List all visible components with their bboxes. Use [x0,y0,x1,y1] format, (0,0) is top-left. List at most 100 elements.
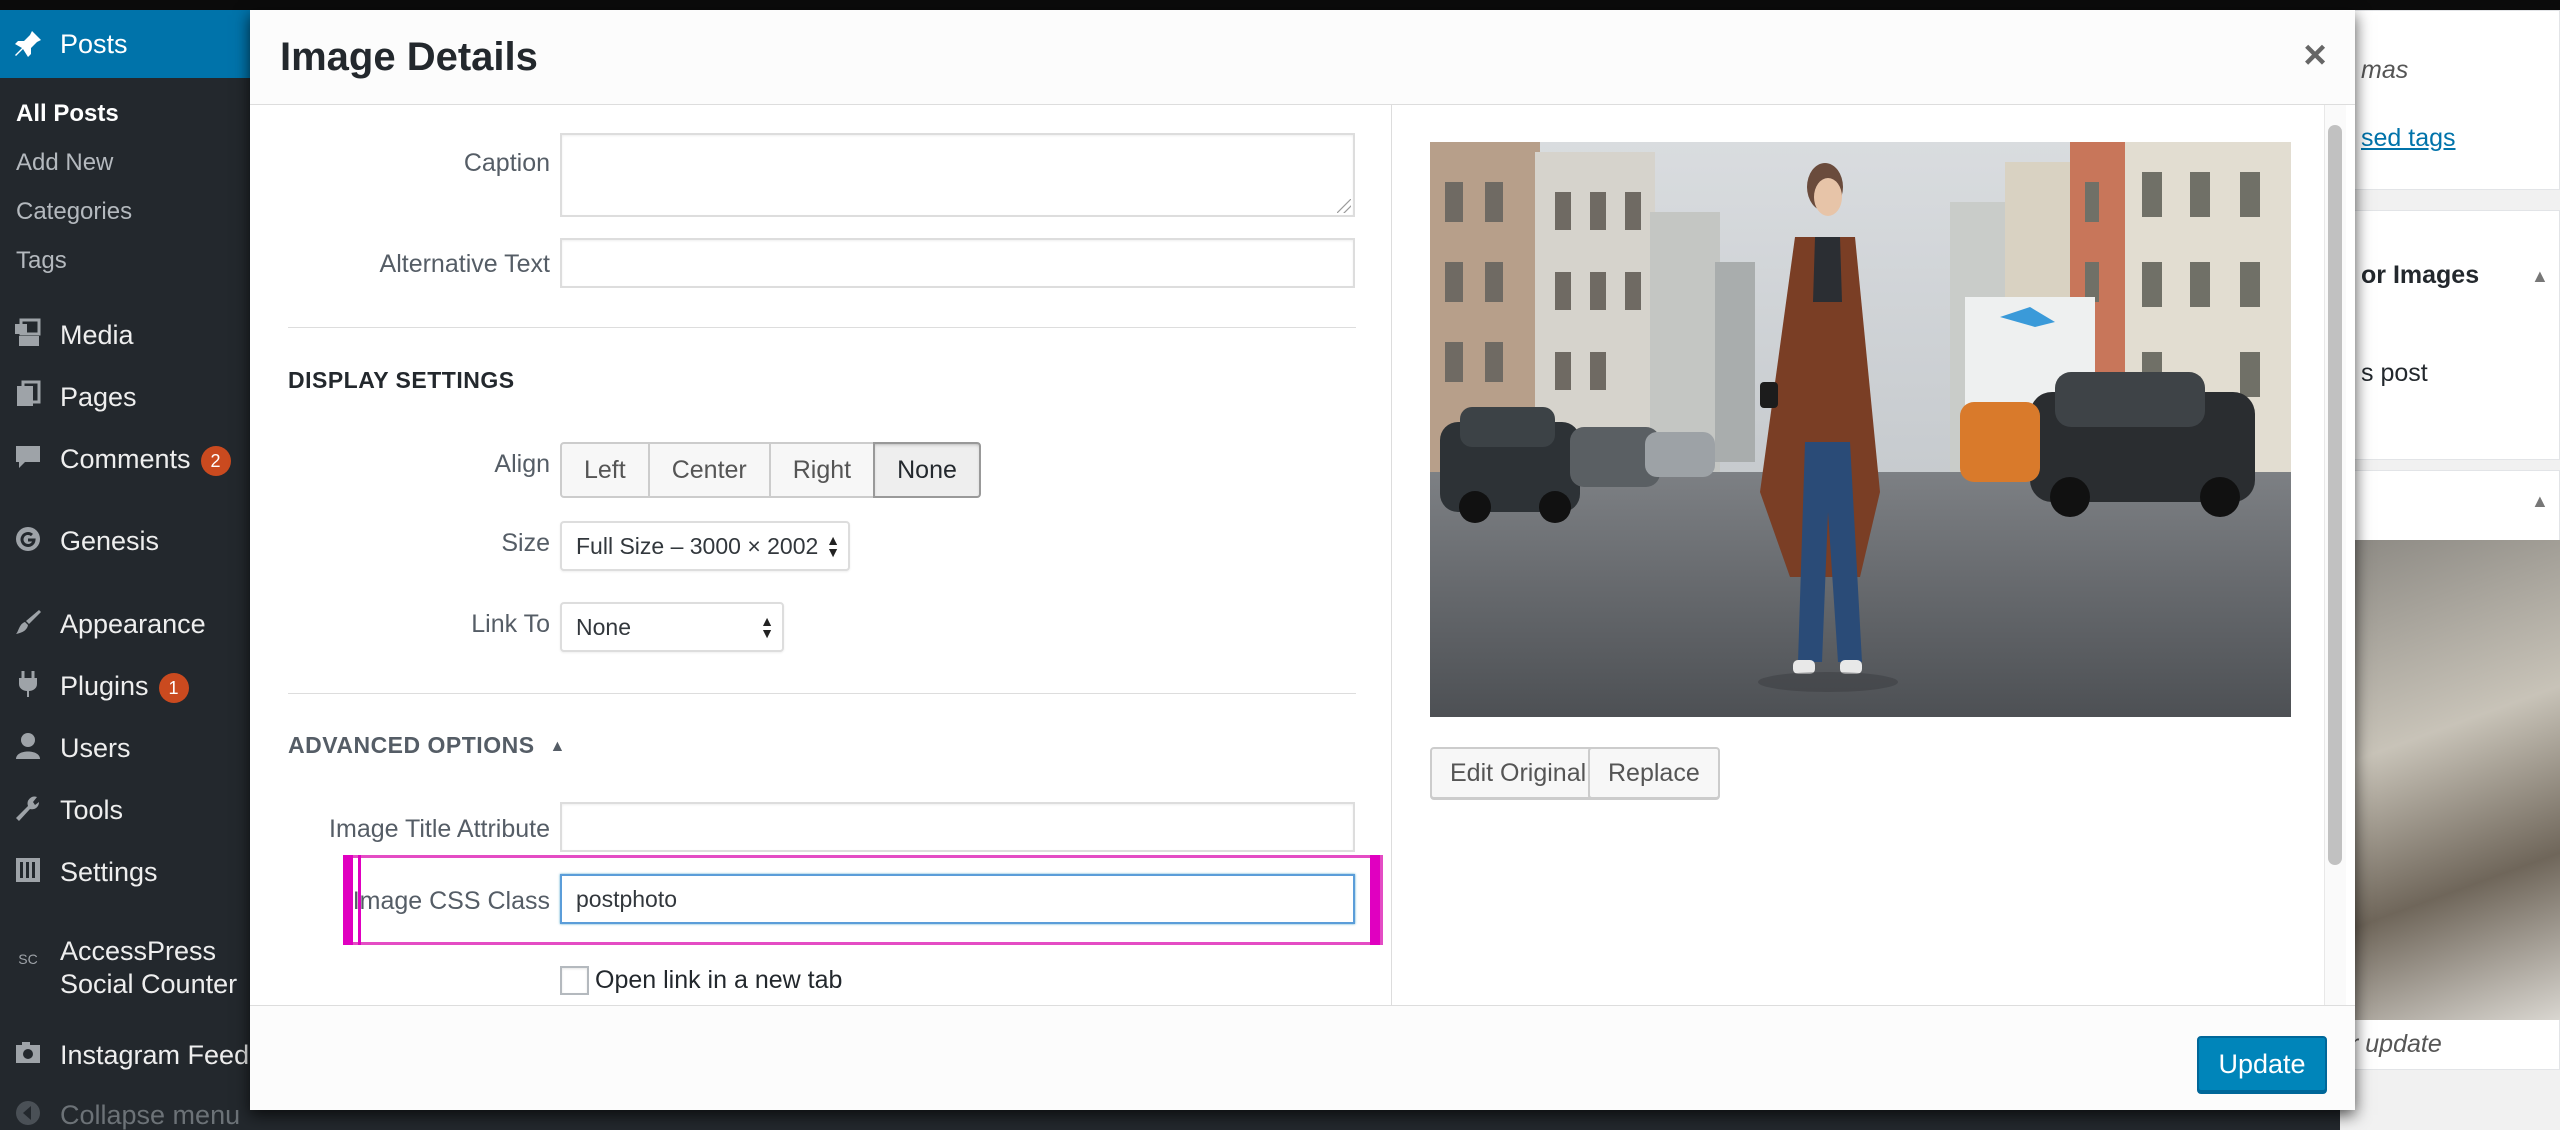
admin-sidebar: Posts All Posts Add New Categories Tags … [0,10,250,1130]
plugins-count-badge: 1 [158,672,189,703]
link-to-label: Link To [471,610,550,638]
featured-image-hint: r update [2350,1030,2442,1058]
image-title-attribute-label: Image Title Attribute [329,815,550,843]
featured-image-thumbnail[interactable] [2350,540,2560,1020]
top-strip [0,0,2560,10]
align-center-button[interactable]: Center [647,442,771,498]
sidebar-item-label: Tools [60,795,124,825]
select-arrows-icon: ▲ ▼ [826,532,840,560]
caption-textarea[interactable] [560,133,1355,217]
sidebar-item-appearance[interactable]: Appearance [0,599,250,649]
sidebar-item-label: Collapse menu [60,1100,241,1130]
align-left-button[interactable]: Left [560,442,650,498]
sidebar-item-label: Instagram Feed [60,1040,250,1070]
image-preview [1430,142,2291,717]
images-box-text: s post [2361,359,2428,387]
sidebar-item-media[interactable]: Media [0,310,250,360]
sidebar-item-tools[interactable]: Tools [0,785,250,835]
sidebar-item-instagram-feed[interactable]: Instagram Feed [0,1030,250,1080]
camera-icon [12,1038,44,1070]
sidebar-item-comments-wrap: Comments 2 [60,444,231,476]
divider [288,327,1356,328]
select-arrows-icon: ▲ ▼ [760,613,774,641]
close-icon[interactable]: × [2290,30,2340,80]
link-to-select-value: None [576,614,631,640]
tags-hint-text: mas [2361,56,2409,84]
sidebar-item-accesspress[interactable]: SC AccessPress Social Counter [0,935,250,1005]
sidebar-item-label: Settings [60,857,158,887]
sidebar-item-posts[interactable]: Posts [0,10,250,78]
collapse-arrow-icon[interactable]: ▲ [2531,266,2549,287]
images-box-heading: or Images [2361,261,2480,289]
sidebar-item-label: Comments [60,444,191,474]
genesis-icon [12,524,44,556]
display-settings-heading: DISPLAY SETTINGS [288,367,515,393]
scrollbar-thumb[interactable] [2328,125,2342,865]
advanced-options-toggle[interactable]: ADVANCED OPTIONS ▲ [288,732,566,759]
caption-label: Caption [463,149,550,177]
replace-button[interactable]: Replace [1588,747,1720,799]
sidebar-item-label: Plugins [60,671,149,701]
size-label: Size [501,529,550,557]
choose-used-tags-link[interactable]: sed tags [2361,124,2456,153]
collapse-arrow-icon: ▲ [549,738,566,755]
sidebar-item-comments[interactable]: Comments 2 [0,434,250,484]
collapse-arrow-icon[interactable]: ▲ [2531,491,2549,512]
sidebar-item-label: Genesis [60,526,160,556]
modal-title: Image Details [280,35,538,79]
collapse-icon [12,1098,44,1130]
sidebar-item-label: AccessPress Social Counter [60,935,237,1001]
media-icon [12,318,44,350]
image-css-class-input[interactable]: postphoto [560,874,1355,924]
highlight-marker-right [1370,855,1380,945]
divider [288,693,1356,694]
resize-grip-icon[interactable] [1337,199,1351,213]
image-css-class-label: Image CSS Class [352,887,550,915]
modal-footer: Update [250,1005,2355,1110]
sidebar-item-label-line2: Social Counter [60,969,238,999]
sidebar-item-genesis[interactable]: Genesis [0,516,250,566]
image-details-modal: Image Details × Caption Alternative Text… [250,10,2355,1110]
update-button[interactable]: Update [2197,1036,2327,1092]
sidebar-subitem-all-posts[interactable]: All Posts [16,100,119,128]
sidebar-item-label: Posts [60,29,128,59]
pages-icon [12,380,44,412]
sidebar-subitem-add-new[interactable]: Add New [16,149,113,177]
sidebar-item-label: Appearance [60,609,206,639]
alt-text-input[interactable] [560,238,1355,288]
users-icon [12,731,44,763]
image-preview-panel: Edit Original Replace [1393,105,2355,1005]
sidebar-subitem-categories[interactable]: Categories [16,198,132,226]
sidebar-item-pages[interactable]: Pages [0,372,250,422]
comments-count-badge: 2 [200,445,231,476]
sidebar-item-users[interactable]: Users [0,723,250,773]
post-editor-side-panel: mas sed tags or Images ▲ s post ▲ r upda… [2340,10,2560,1130]
sidebar-collapse-menu[interactable]: Collapse menu [0,1090,250,1130]
sidebar-item-plugins[interactable]: Plugins 1 [0,661,250,711]
modal-header: Image Details × [250,10,2355,105]
sidebar-subitem-tags[interactable]: Tags [16,247,67,275]
link-to-select[interactable]: None ▲ ▼ [560,602,784,652]
image-title-attribute-input[interactable] [560,802,1355,852]
plugins-icon [12,669,44,701]
align-button-group: Left Center Right None [560,442,981,498]
size-select-value: Full Size – 3000 × 2002 [576,533,819,559]
sidebar-item-label: Pages [60,382,137,412]
sidebar-item-label-line1: AccessPress [60,936,217,966]
align-label: Align [494,450,550,478]
sidebar-item-plugins-wrap: Plugins 1 [60,671,189,703]
align-none-button[interactable]: None [873,442,981,498]
size-select[interactable]: Full Size – 3000 × 2002 ▲ ▼ [560,521,850,571]
alt-text-label: Alternative Text [379,250,550,278]
appearance-icon [12,607,44,639]
image-settings-panel: Caption Alternative Text DISPLAY SETTING… [250,105,1392,1005]
open-new-tab-checkbox[interactable] [560,966,589,995]
settings-icon [12,855,44,887]
align-right-button[interactable]: Right [768,442,876,498]
images-box: or Images ▲ s post [2350,210,2560,460]
sidebar-item-label: Users [60,733,131,763]
open-new-tab-label[interactable]: Open link in a new tab [595,966,842,995]
pin-icon [12,28,44,60]
sidebar-item-settings[interactable]: Settings [0,847,250,897]
edit-original-button[interactable]: Edit Original [1430,747,1607,799]
